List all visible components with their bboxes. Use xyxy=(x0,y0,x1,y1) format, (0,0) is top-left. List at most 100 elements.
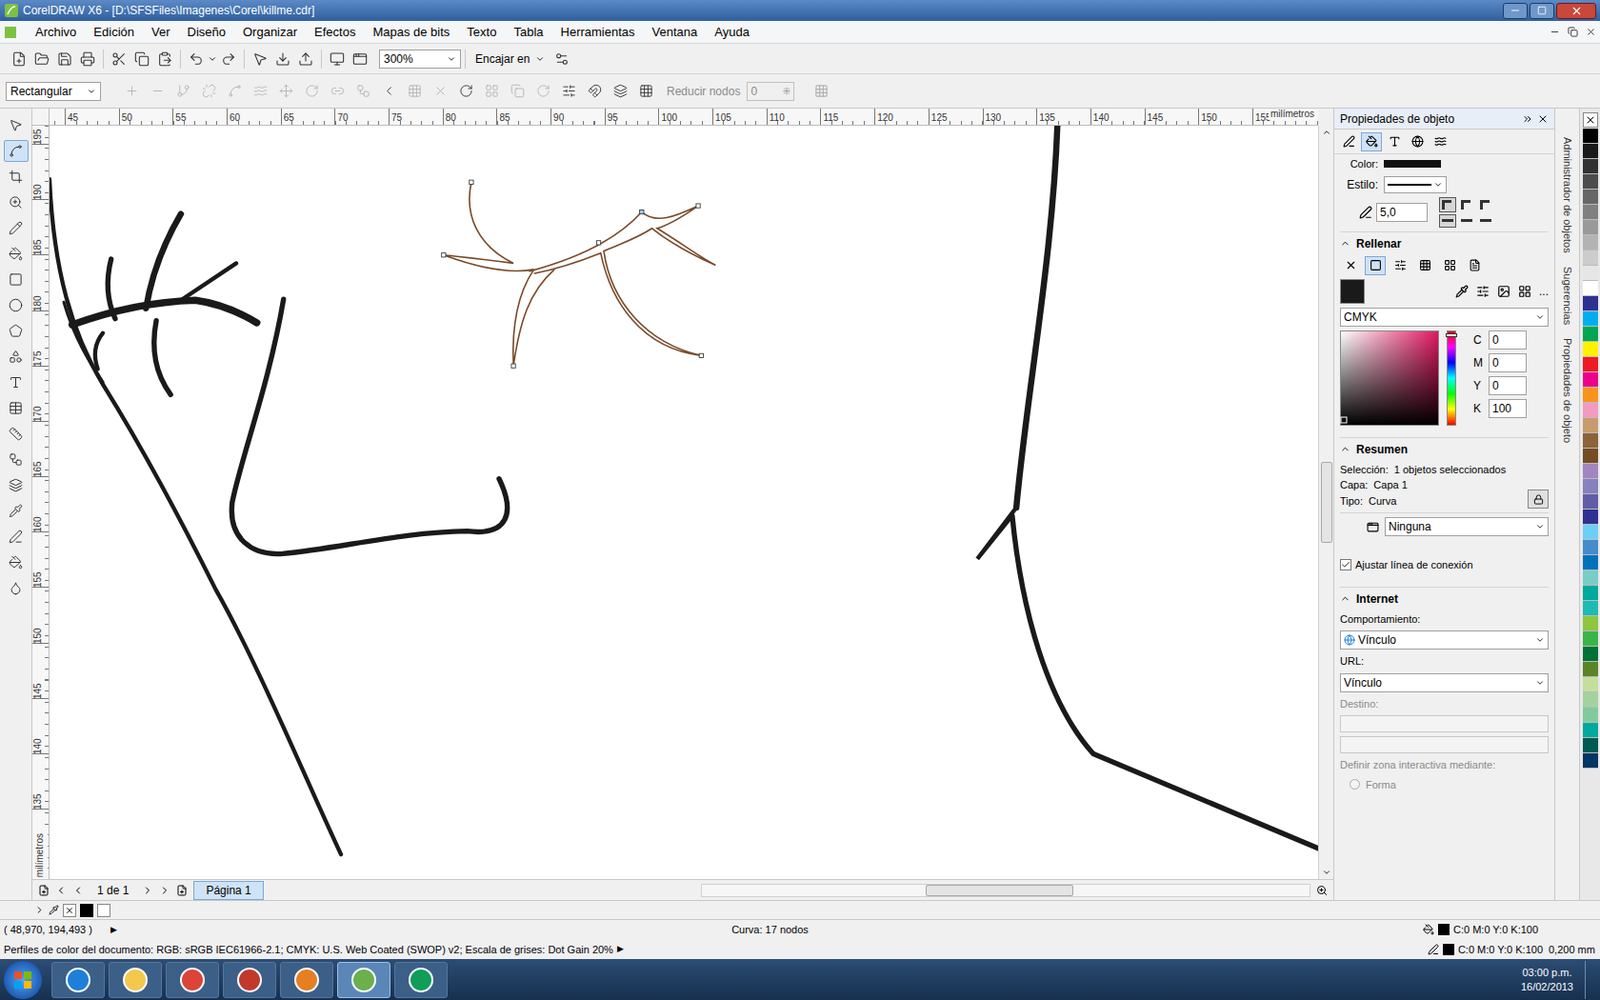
print-button[interactable] xyxy=(76,47,100,71)
fill-header[interactable]: Rellenar xyxy=(1340,231,1549,253)
ellipse-tool[interactable] xyxy=(3,294,29,317)
menu-item[interactable]: Edición xyxy=(84,22,143,42)
palette-swatch[interactable] xyxy=(1582,692,1599,708)
undo-dropdown-icon[interactable] xyxy=(207,54,218,64)
menu-item[interactable]: Herramientas xyxy=(552,22,644,42)
show-desktop-button[interactable] xyxy=(1584,960,1597,1000)
url-dropdown[interactable]: Vínculo xyxy=(1340,673,1549,693)
no-color-swatch[interactable] xyxy=(1582,112,1599,128)
black-chip[interactable] xyxy=(80,903,94,918)
last-page-icon[interactable] xyxy=(159,884,171,897)
palette-swatch[interactable] xyxy=(1582,311,1599,327)
scroll-thumb[interactable] xyxy=(925,884,1074,897)
uniform-fill-button[interactable] xyxy=(1364,256,1386,276)
palette-swatch[interactable] xyxy=(1582,753,1599,769)
wrap-dropdown[interactable]: Ninguna xyxy=(1384,517,1549,537)
pattern-fill-button[interactable] xyxy=(1414,256,1436,276)
page-tab[interactable]: Página 1 xyxy=(193,880,263,900)
palette-swatch[interactable] xyxy=(1582,357,1599,373)
blend-tool[interactable] xyxy=(3,474,29,497)
search-content-button[interactable] xyxy=(248,47,272,71)
palette-swatch[interactable] xyxy=(1582,722,1599,739)
scroll-up-icon[interactable] xyxy=(1321,127,1332,138)
new-button[interactable] xyxy=(7,47,31,71)
cap-button[interactable] xyxy=(1439,214,1457,228)
palette-swatch[interactable] xyxy=(1582,677,1599,693)
palette-swatch[interactable] xyxy=(1582,509,1599,525)
palette-swatch[interactable] xyxy=(1582,524,1599,540)
chrome-taskbar-button[interactable] xyxy=(394,961,448,999)
options-button[interactable] xyxy=(550,47,574,71)
palette-swatch[interactable] xyxy=(1582,540,1599,556)
zoom-dropdown[interactable]: 300% xyxy=(379,49,461,69)
color-model-dropdown[interactable]: CMYK xyxy=(1340,307,1549,327)
import-button[interactable] xyxy=(271,47,295,71)
none-fill-button[interactable] xyxy=(1340,256,1361,276)
horizontal-scrollbar[interactable] xyxy=(700,883,1311,898)
first-page-icon[interactable] xyxy=(55,884,67,897)
palette-swatch[interactable] xyxy=(1582,402,1599,419)
freehand-tool[interactable] xyxy=(3,217,29,240)
corel-taskbar-button[interactable] xyxy=(337,961,391,999)
channel-field[interactable]: 0 xyxy=(1488,330,1527,350)
start-button[interactable] xyxy=(3,960,42,1000)
channel-field[interactable]: 0 xyxy=(1488,376,1527,396)
palette-swatch[interactable] xyxy=(1582,433,1599,449)
cap-button[interactable] xyxy=(1458,214,1476,228)
launcher-button[interactable] xyxy=(325,47,349,71)
copy-button[interactable] xyxy=(130,47,154,71)
palette-swatch[interactable] xyxy=(1582,280,1599,297)
outline-color[interactable] xyxy=(1383,160,1441,168)
cap-button[interactable] xyxy=(1477,214,1495,228)
white-chip[interactable] xyxy=(97,903,111,918)
vertical-scrollbar[interactable] xyxy=(1318,125,1334,880)
polygon-tool[interactable] xyxy=(3,320,29,342)
palette-swatch[interactable] xyxy=(1582,616,1599,632)
hue-marker[interactable] xyxy=(1445,333,1458,338)
menu-item[interactable]: Mapas de bits xyxy=(363,22,459,42)
menu-item[interactable]: Texto xyxy=(458,22,505,42)
ruler-corner[interactable] xyxy=(32,108,50,126)
explorer-taskbar-button[interactable] xyxy=(108,961,162,999)
zoom-tool[interactable] xyxy=(3,191,29,214)
summary-header[interactable]: Resumen xyxy=(1340,437,1549,459)
selection-mode-dropdown[interactable]: Rectangular xyxy=(5,81,101,101)
picker-marker[interactable] xyxy=(1340,416,1348,423)
internet-header[interactable]: Internet xyxy=(1340,586,1549,608)
palette-swatch[interactable] xyxy=(1582,250,1599,266)
palette-swatch[interactable] xyxy=(1582,265,1599,281)
zoom-icon[interactable] xyxy=(1316,884,1328,897)
connector-tool[interactable] xyxy=(3,448,29,471)
outline-tool[interactable] xyxy=(3,525,29,548)
palette-swatch[interactable] xyxy=(1582,631,1599,647)
curve-tab[interactable] xyxy=(1429,132,1451,152)
palette-swatch[interactable] xyxy=(1582,555,1599,571)
corner-button[interactable] xyxy=(1439,197,1457,213)
palette-swatch[interactable] xyxy=(1582,418,1599,434)
eyedropper-icon[interactable] xyxy=(1455,284,1469,299)
open-button[interactable] xyxy=(30,47,54,71)
node-tool-button[interactable] xyxy=(376,80,401,103)
palette-swatch[interactable] xyxy=(1582,585,1599,601)
text-tool[interactable] xyxy=(3,371,29,394)
corner-button[interactable] xyxy=(1477,197,1495,213)
docker-tab[interactable]: Sugerencias xyxy=(1559,266,1576,325)
chrome-user-taskbar-button[interactable] xyxy=(165,961,220,999)
palette-swatch[interactable] xyxy=(1582,661,1599,678)
menu-item[interactable]: Organizar xyxy=(234,22,306,42)
channel-field[interactable]: 0 xyxy=(1488,353,1527,373)
drawing-canvas[interactable] xyxy=(49,125,1319,880)
menu-item[interactable]: Ventana xyxy=(643,22,707,42)
menu-item[interactable]: Diseño xyxy=(179,22,235,42)
media-taskbar-button[interactable] xyxy=(280,961,334,999)
cut-button[interactable] xyxy=(107,47,131,71)
palette-swatch[interactable] xyxy=(1582,646,1599,662)
more-button[interactable]: ... xyxy=(1539,282,1549,300)
save-button[interactable] xyxy=(53,47,77,71)
welcome-button[interactable] xyxy=(348,47,372,71)
palette-swatch[interactable] xyxy=(1582,570,1599,586)
undo-button[interactable] xyxy=(184,47,208,71)
lock-button[interactable] xyxy=(1527,489,1549,509)
text-tab[interactable] xyxy=(1383,132,1405,152)
ie-taskbar-button[interactable] xyxy=(51,961,105,999)
